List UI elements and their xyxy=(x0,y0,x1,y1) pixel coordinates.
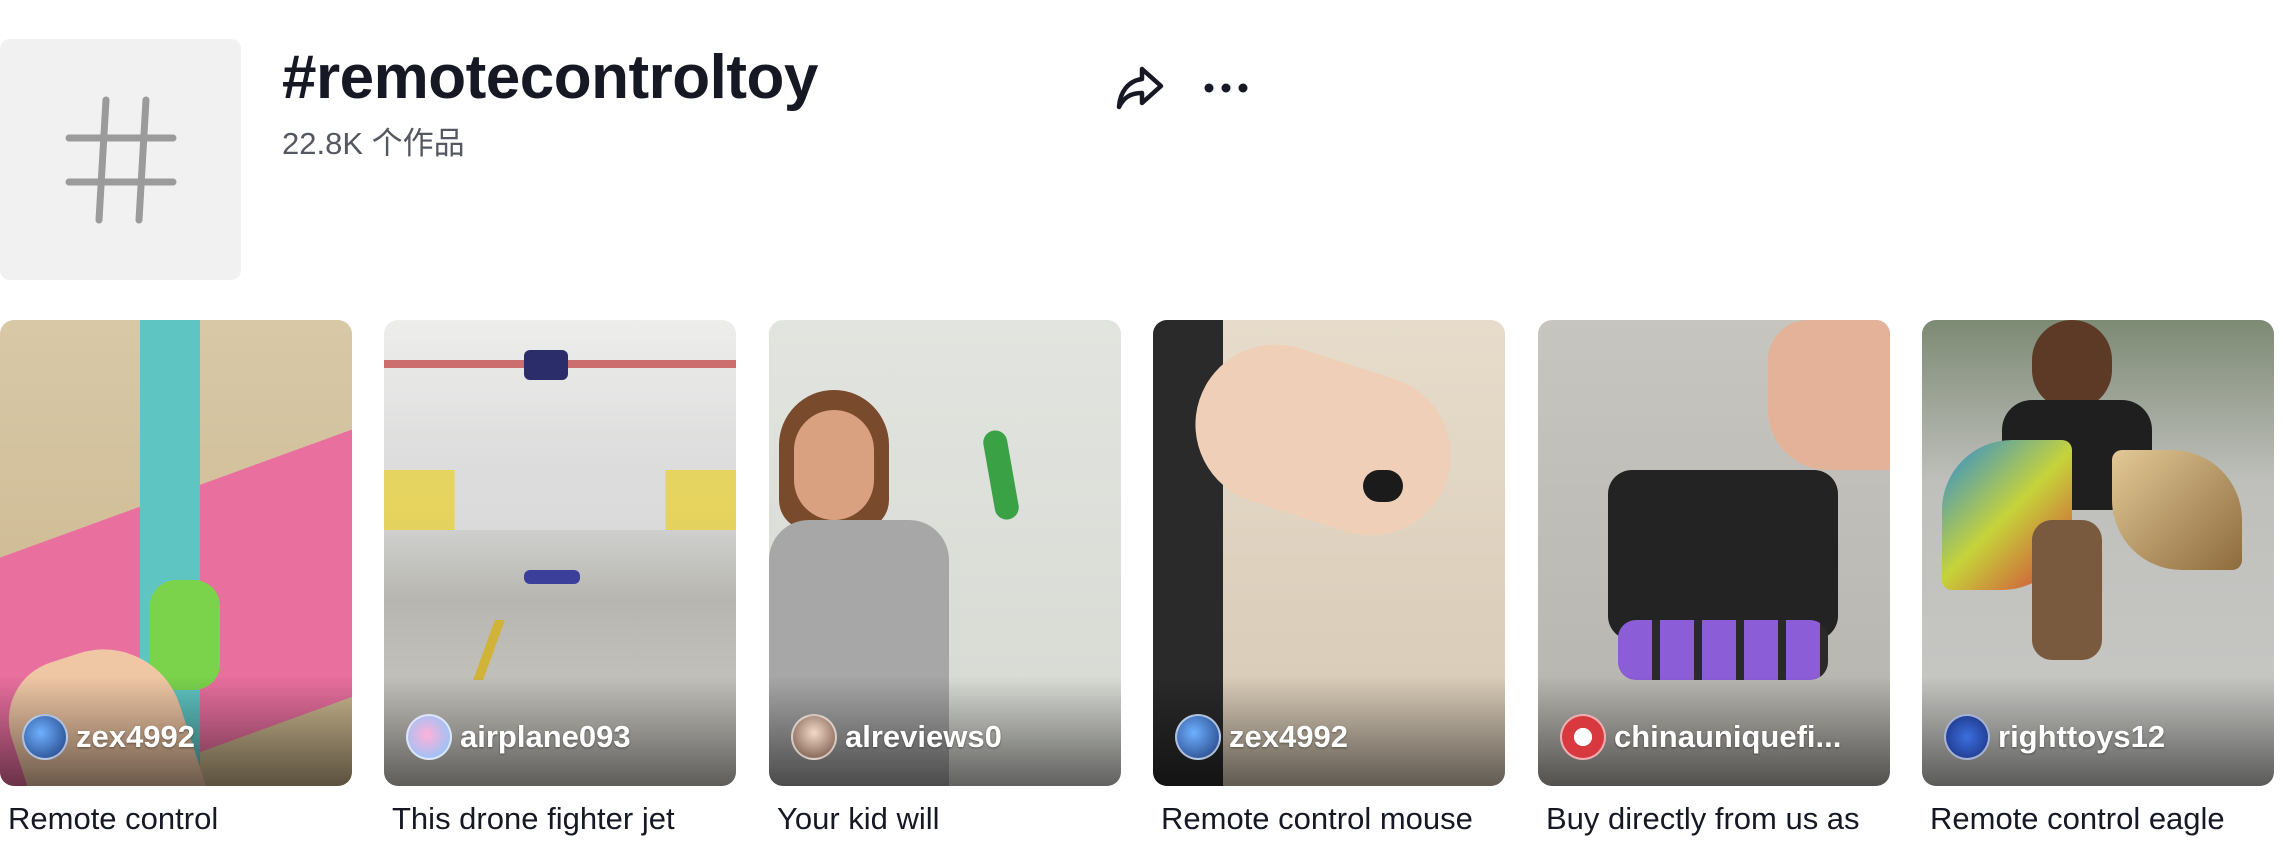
video-thumbnail[interactable]: zex4992 xyxy=(1153,320,1505,786)
video-caption[interactable]: Your kid will xyxy=(769,798,1121,840)
video-card[interactable]: airplane093 This drone fighter jet xyxy=(384,320,736,840)
author-avatar xyxy=(1560,714,1606,760)
video-count: 22.8K 个作品 xyxy=(282,126,465,161)
hashtag-icon xyxy=(65,96,176,223)
author-avatar xyxy=(791,714,837,760)
author-name: chinauniquefi... xyxy=(1614,719,1842,754)
share-button[interactable] xyxy=(1112,60,1168,116)
video-card[interactable]: alreviews0 Your kid will xyxy=(769,320,1121,840)
video-thumbnail[interactable]: airplane093 xyxy=(384,320,736,786)
share-arrow-icon xyxy=(1116,66,1164,110)
video-author[interactable]: alreviews0 xyxy=(791,714,1002,760)
video-caption[interactable]: Buy directly from us as xyxy=(1538,798,1890,840)
video-thumbnail[interactable]: zex4992 xyxy=(0,320,352,786)
video-card[interactable]: righttoys12 Remote control eagle xyxy=(1922,320,2274,840)
hashtag-thumbnail xyxy=(0,39,241,280)
video-caption[interactable]: Remote control xyxy=(0,798,352,840)
author-name: zex4992 xyxy=(76,719,195,754)
video-author[interactable]: chinauniquefi... xyxy=(1560,714,1841,760)
page-title: #remotecontroltoy xyxy=(282,43,818,112)
author-avatar xyxy=(1944,714,1990,760)
video-caption[interactable]: Remote control mouse xyxy=(1153,798,1505,840)
video-card[interactable]: chinauniquefi... Buy directly from us as xyxy=(1538,320,1890,840)
video-author[interactable]: airplane093 xyxy=(406,714,631,760)
video-thumbnail[interactable]: chinauniquefi... xyxy=(1538,320,1890,786)
video-grid: zex4992 Remote control airplane093 This … xyxy=(0,320,2283,866)
author-name: righttoys12 xyxy=(1998,719,2166,754)
author-avatar xyxy=(406,714,452,760)
video-author[interactable]: zex4992 xyxy=(22,714,195,760)
video-caption[interactable]: This drone fighter jet xyxy=(384,798,736,840)
author-avatar xyxy=(1175,714,1221,760)
video-card[interactable]: zex4992 Remote control mouse xyxy=(1153,320,1505,840)
video-thumbnail[interactable]: righttoys12 xyxy=(1922,320,2274,786)
author-name: airplane093 xyxy=(460,719,631,754)
video-thumbnail[interactable]: alreviews0 xyxy=(769,320,1121,786)
video-author[interactable]: zex4992 xyxy=(1175,714,1348,760)
more-options-button[interactable] xyxy=(1198,60,1254,116)
video-card[interactable]: zex4992 Remote control xyxy=(0,320,352,840)
author-avatar xyxy=(22,714,68,760)
video-author[interactable]: righttoys12 xyxy=(1944,714,2165,760)
hashtag-page: #remotecontroltoy 22.8K 个作品 zex4992 Remo… xyxy=(0,0,2283,866)
author-name: zex4992 xyxy=(1229,719,1348,754)
more-dots-icon xyxy=(1204,83,1248,93)
video-caption[interactable]: Remote control eagle xyxy=(1922,798,2274,840)
author-name: alreviews0 xyxy=(845,719,1002,754)
